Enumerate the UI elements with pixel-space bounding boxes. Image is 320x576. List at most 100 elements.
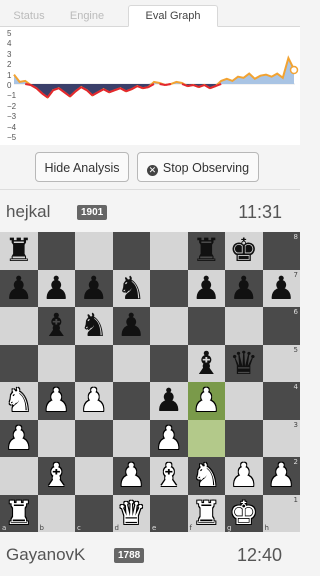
white-knight-piece[interactable]: ♞ xyxy=(188,457,226,495)
square-a6[interactable] xyxy=(0,307,38,345)
square-e7[interactable] xyxy=(150,269,188,307)
square-a7[interactable]: ♟ xyxy=(0,269,38,308)
square-c6[interactable]: ♞ xyxy=(75,307,113,345)
black-pawn-piece[interactable]: ♟ xyxy=(225,269,263,308)
hide-analysis-button[interactable]: Hide Analysis xyxy=(35,152,129,182)
black-knight-piece[interactable]: ♞ xyxy=(75,307,113,345)
square-b8[interactable] xyxy=(37,232,75,270)
square-b2[interactable]: ♝ xyxy=(37,457,76,495)
square-a3[interactable]: ♟ xyxy=(0,419,38,458)
square-c5[interactable] xyxy=(75,344,113,382)
black-bishop-piece[interactable]: ♝ xyxy=(188,344,226,383)
square-h7[interactable]: ♟ 7 xyxy=(262,269,300,307)
square-g8[interactable]: ♚ xyxy=(225,232,263,270)
square-g5[interactable]: ♛ xyxy=(225,344,263,383)
black-pawn-piece[interactable]: ♟ xyxy=(38,269,76,308)
square-h6[interactable]: 6 xyxy=(262,307,300,345)
black-rook-piece[interactable]: ♜ xyxy=(0,232,38,270)
tab-eval-graph[interactable]: Eval Graph xyxy=(128,5,218,27)
square-g2[interactable]: ♟ xyxy=(225,457,263,495)
square-e4[interactable]: ♟ xyxy=(150,382,188,420)
square-e1[interactable]: e xyxy=(150,494,188,532)
square-f7[interactable]: ♟ xyxy=(187,269,226,308)
square-b1[interactable]: b xyxy=(37,494,75,532)
white-pawn-piece[interactable]: ♟ xyxy=(0,419,38,458)
square-e3[interactable]: ♟ xyxy=(150,419,188,458)
square-c8[interactable] xyxy=(75,232,113,270)
tab-engine[interactable]: Engine xyxy=(66,6,108,26)
square-f5[interactable]: ♝ xyxy=(187,344,226,383)
square-b6[interactable]: ♝ xyxy=(37,307,76,345)
white-pawn-piece[interactable]: ♟ xyxy=(38,382,76,420)
square-g1[interactable]: ♚ g xyxy=(225,494,263,532)
black-pawn-piece[interactable]: ♟ xyxy=(0,269,38,308)
square-c2[interactable] xyxy=(75,457,113,495)
square-e5[interactable] xyxy=(150,344,188,382)
player-name[interactable]: GayanovK xyxy=(6,545,85,565)
square-a4[interactable]: ♞ xyxy=(0,382,38,420)
black-bishop-piece[interactable]: ♝ xyxy=(38,307,76,345)
square-b5[interactable] xyxy=(37,344,75,382)
square-d8[interactable] xyxy=(112,232,150,270)
square-a5[interactable] xyxy=(0,344,38,382)
square-a2[interactable] xyxy=(0,457,38,495)
square-g7[interactable]: ♟ xyxy=(225,269,263,308)
square-c7[interactable]: ♟ xyxy=(75,269,113,308)
square-f2[interactable]: ♞ xyxy=(187,457,226,495)
eval-current-marker[interactable] xyxy=(289,65,299,75)
square-f8[interactable]: ♜ xyxy=(187,232,226,270)
stop-observing-button[interactable]: ✕ Stop Observing xyxy=(137,152,259,182)
square-a8[interactable]: ♜ xyxy=(0,232,38,270)
square-h5[interactable]: 5 xyxy=(262,344,300,382)
black-pawn-piece[interactable]: ♟ xyxy=(75,269,113,308)
black-pawn-piece[interactable]: ♟ xyxy=(113,307,151,345)
eval-graph[interactable]: 5 4 3 2 1 0 −1 −2 −3 −4 −5 xyxy=(0,27,300,145)
square-e6[interactable] xyxy=(150,307,188,345)
white-pawn-piece[interactable]: ♟ xyxy=(225,457,263,495)
square-h3[interactable]: 3 xyxy=(262,419,300,457)
square-d4[interactable] xyxy=(112,382,150,420)
black-knight-piece[interactable]: ♞ xyxy=(113,269,151,308)
square-f1[interactable]: ♜ f xyxy=(187,494,226,533)
square-f4[interactable]: ♟ xyxy=(187,382,226,420)
square-d1[interactable]: ♛ d xyxy=(112,494,150,532)
white-bishop-piece[interactable]: ♝ xyxy=(150,457,188,495)
square-a1[interactable]: ♜ a xyxy=(0,494,38,532)
white-pawn-piece[interactable]: ♟ xyxy=(75,382,113,420)
square-b3[interactable] xyxy=(37,419,75,457)
white-pawn-piece[interactable]: ♟ xyxy=(188,382,226,420)
black-king-piece[interactable]: ♚ xyxy=(225,232,263,270)
square-b4[interactable]: ♟ xyxy=(37,382,76,420)
white-knight-piece[interactable]: ♞ xyxy=(0,382,38,420)
square-c3[interactable] xyxy=(75,419,113,457)
tab-status[interactable]: Status xyxy=(8,6,50,26)
square-b7[interactable]: ♟ xyxy=(37,269,76,308)
white-pawn-piece[interactable]: ♟ xyxy=(113,457,151,495)
square-d3[interactable] xyxy=(112,419,150,457)
square-g4[interactable] xyxy=(225,382,263,420)
square-d7[interactable]: ♞ xyxy=(112,269,151,308)
square-d2[interactable]: ♟ xyxy=(112,457,151,495)
square-g6[interactable] xyxy=(225,307,263,345)
square-d5[interactable] xyxy=(112,344,150,382)
white-bishop-piece[interactable]: ♝ xyxy=(38,457,76,495)
white-rook-piece[interactable]: ♜ xyxy=(188,494,226,533)
square-d6[interactable]: ♟ xyxy=(112,307,151,345)
square-h8[interactable]: 8 xyxy=(262,232,300,270)
black-rook-piece[interactable]: ♜ xyxy=(188,232,226,270)
square-h4[interactable]: 4 xyxy=(262,382,300,420)
square-g3[interactable] xyxy=(225,419,263,457)
square-e8[interactable] xyxy=(150,232,188,270)
square-c1[interactable]: c xyxy=(75,494,113,532)
square-e2[interactable]: ♝ xyxy=(150,457,188,495)
square-c4[interactable]: ♟ xyxy=(75,382,113,420)
square-f3[interactable] xyxy=(187,419,225,457)
black-pawn-piece[interactable]: ♟ xyxy=(150,382,188,420)
square-f6[interactable] xyxy=(187,307,225,345)
white-pawn-piece[interactable]: ♟ xyxy=(150,419,188,458)
black-queen-piece[interactable]: ♛ xyxy=(225,344,263,383)
square-h2[interactable]: ♟ 2 xyxy=(262,457,300,495)
player-name[interactable]: hejkal xyxy=(6,202,50,222)
square-h1[interactable]: 1h xyxy=(262,494,300,532)
black-pawn-piece[interactable]: ♟ xyxy=(188,269,226,308)
